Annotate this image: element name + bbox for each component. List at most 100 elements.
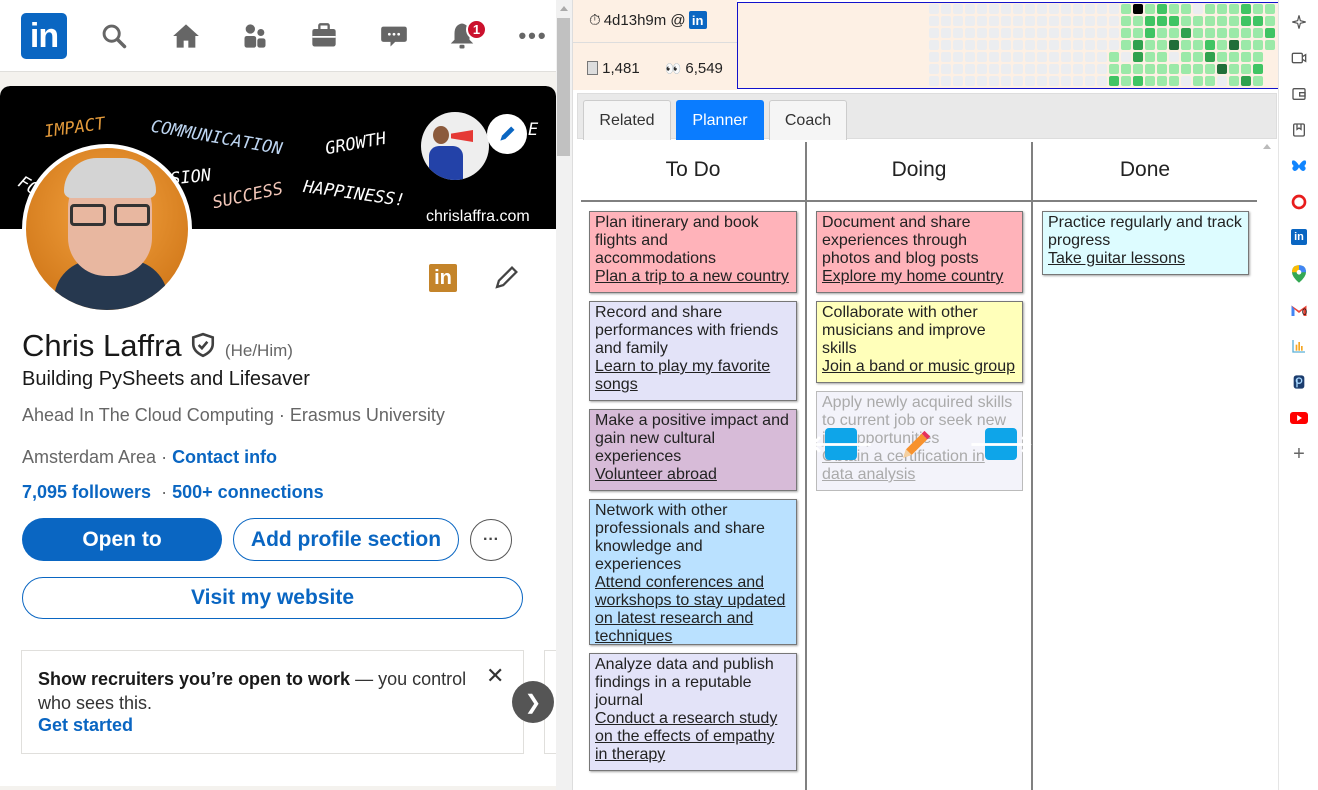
heatmap-cell[interactable]	[929, 64, 939, 74]
heatmap-cell[interactable]	[1169, 64, 1179, 74]
heatmap-cell[interactable]	[1145, 28, 1155, 38]
planner-card[interactable]: Plan itinerary and book flights and acco…	[589, 211, 797, 293]
heatmap-cell[interactable]	[1001, 64, 1011, 74]
planner-card[interactable]: Collaborate with other musicians and imp…	[816, 301, 1023, 383]
heatmap-cell[interactable]	[1253, 64, 1263, 74]
heatmap-cell[interactable]	[1025, 64, 1035, 74]
heatmap-cell[interactable]	[1217, 16, 1227, 26]
heatmap-cell[interactable]	[929, 40, 939, 50]
page-scrollbar[interactable]	[556, 0, 572, 790]
heatmap-cell[interactable]	[941, 76, 951, 86]
heatmap-cell[interactable]	[977, 64, 987, 74]
my-network-icon[interactable]	[237, 18, 273, 54]
heatmap-cell[interactable]	[1061, 16, 1071, 26]
heatmap-cell[interactable]	[965, 4, 975, 14]
heatmap-cell[interactable]	[1241, 76, 1251, 86]
heatmap-cell[interactable]	[1121, 40, 1131, 50]
planner-card[interactable]: Make a positive impact and gain new cult…	[589, 409, 797, 491]
heatmap-cell[interactable]	[1253, 16, 1263, 26]
heatmap-cell[interactable]	[929, 76, 939, 86]
heatmap-cell[interactable]	[1037, 28, 1047, 38]
heatmap-cell[interactable]	[965, 16, 975, 26]
heatmap-cell[interactable]	[929, 28, 939, 38]
heatmap-cell[interactable]	[1229, 28, 1239, 38]
heatmap-cell[interactable]	[1097, 76, 1107, 86]
heatmap-cell[interactable]	[1217, 40, 1227, 50]
heatmap-cell[interactable]	[1241, 40, 1251, 50]
heatmap-cell[interactable]	[1073, 16, 1083, 26]
edit-card-button[interactable]	[899, 428, 933, 467]
linkedin-logo[interactable]: in	[21, 13, 67, 59]
heatmap-cell[interactable]	[1181, 40, 1191, 50]
heatmap-cell[interactable]	[989, 52, 999, 62]
search-icon[interactable]	[96, 18, 132, 54]
heatmap-cell[interactable]	[1037, 4, 1047, 14]
card-goal-link[interactable]: Attend conferences and workshops to stay…	[595, 574, 791, 646]
heatmap-cell[interactable]	[1049, 40, 1059, 50]
messaging-icon[interactable]	[376, 18, 412, 54]
heatmap-cell[interactable]	[941, 64, 951, 74]
heatmap-cell[interactable]	[1109, 4, 1119, 14]
heatmap-cell[interactable]	[1121, 76, 1131, 86]
heatmap-cell[interactable]	[929, 52, 939, 62]
heatmap-cell[interactable]	[1109, 16, 1119, 26]
heatmap-cell[interactable]	[1145, 64, 1155, 74]
heatmap-cell[interactable]	[1193, 16, 1203, 26]
card-goal-link[interactable]: Learn to play my favorite songs	[595, 358, 791, 394]
heatmap-cell[interactable]	[953, 28, 963, 38]
planner-card[interactable]: Document and share experiences through p…	[816, 211, 1023, 293]
heatmap-cell[interactable]	[1049, 4, 1059, 14]
heatmap-cell[interactable]	[1073, 4, 1083, 14]
heatmap-cell[interactable]	[1025, 52, 1035, 62]
company-logo-badge[interactable]: in	[429, 264, 457, 292]
heatmap-cell[interactable]	[1085, 64, 1095, 74]
connections-link[interactable]: 500+ connections	[172, 482, 324, 502]
heatmap-cell[interactable]	[977, 40, 987, 50]
heatmap-cell[interactable]	[1229, 76, 1239, 86]
heatmap-cell[interactable]	[1073, 64, 1083, 74]
heatmap-cell[interactable]	[1109, 76, 1119, 86]
heatmap-cell[interactable]	[1013, 76, 1023, 86]
heatmap-cell[interactable]	[1181, 28, 1191, 38]
heatmap-cell[interactable]	[1013, 16, 1023, 26]
heatmap-cell[interactable]	[1133, 4, 1143, 14]
heatmap-cell[interactable]	[1097, 4, 1107, 14]
move-left-button[interactable]: 🡐	[809, 428, 873, 460]
heatmap-cell[interactable]	[1133, 64, 1143, 74]
heatmap-cell[interactable]	[1049, 76, 1059, 86]
card-goal-link[interactable]: Join a band or music group	[822, 358, 1017, 376]
verified-shield-icon[interactable]	[190, 332, 216, 358]
heatmap-cell[interactable]	[989, 4, 999, 14]
heatmap-cell[interactable]	[1097, 16, 1107, 26]
heatmap-cell[interactable]	[1241, 64, 1251, 74]
heatmap-cell[interactable]	[1073, 28, 1083, 38]
heatmap-cell[interactable]	[1121, 4, 1131, 14]
heatmap-cell[interactable]	[1001, 28, 1011, 38]
heatmap-cell[interactable]	[1217, 52, 1227, 62]
edit-profile-button[interactable]	[492, 262, 522, 297]
visit-website-button[interactable]: Visit my website	[22, 577, 523, 619]
youtube-icon[interactable]	[1290, 409, 1308, 427]
heatmap-cell[interactable]	[989, 40, 999, 50]
tab-coach[interactable]: Coach	[769, 100, 847, 140]
heatmap-cell[interactable]	[1205, 64, 1215, 74]
heatmap-cell[interactable]	[1193, 40, 1203, 50]
heatmap-cell[interactable]	[1217, 76, 1227, 86]
followers-link[interactable]: 7,095 followers	[22, 482, 151, 502]
copilot-icon[interactable]	[1290, 13, 1308, 31]
heatmap-cell[interactable]	[941, 28, 951, 38]
heatmap-cell[interactable]	[1169, 40, 1179, 50]
pypi-icon[interactable]	[1290, 373, 1308, 391]
heatmap-cell[interactable]	[1097, 64, 1107, 74]
home-icon[interactable]	[168, 18, 204, 54]
linkedin-icon[interactable]: in	[1291, 229, 1307, 245]
heatmap-cell[interactable]	[1229, 4, 1239, 14]
heatmap-cell[interactable]	[1241, 16, 1251, 26]
jobs-icon[interactable]	[306, 18, 342, 54]
heatmap-cell[interactable]	[989, 16, 999, 26]
gmail-icon[interactable]: 0	[1290, 301, 1308, 319]
heatmap-cell[interactable]	[1157, 16, 1167, 26]
heatmap-cell[interactable]	[1205, 16, 1215, 26]
heatmap-cell[interactable]	[1133, 40, 1143, 50]
heatmap-cell[interactable]	[1145, 76, 1155, 86]
